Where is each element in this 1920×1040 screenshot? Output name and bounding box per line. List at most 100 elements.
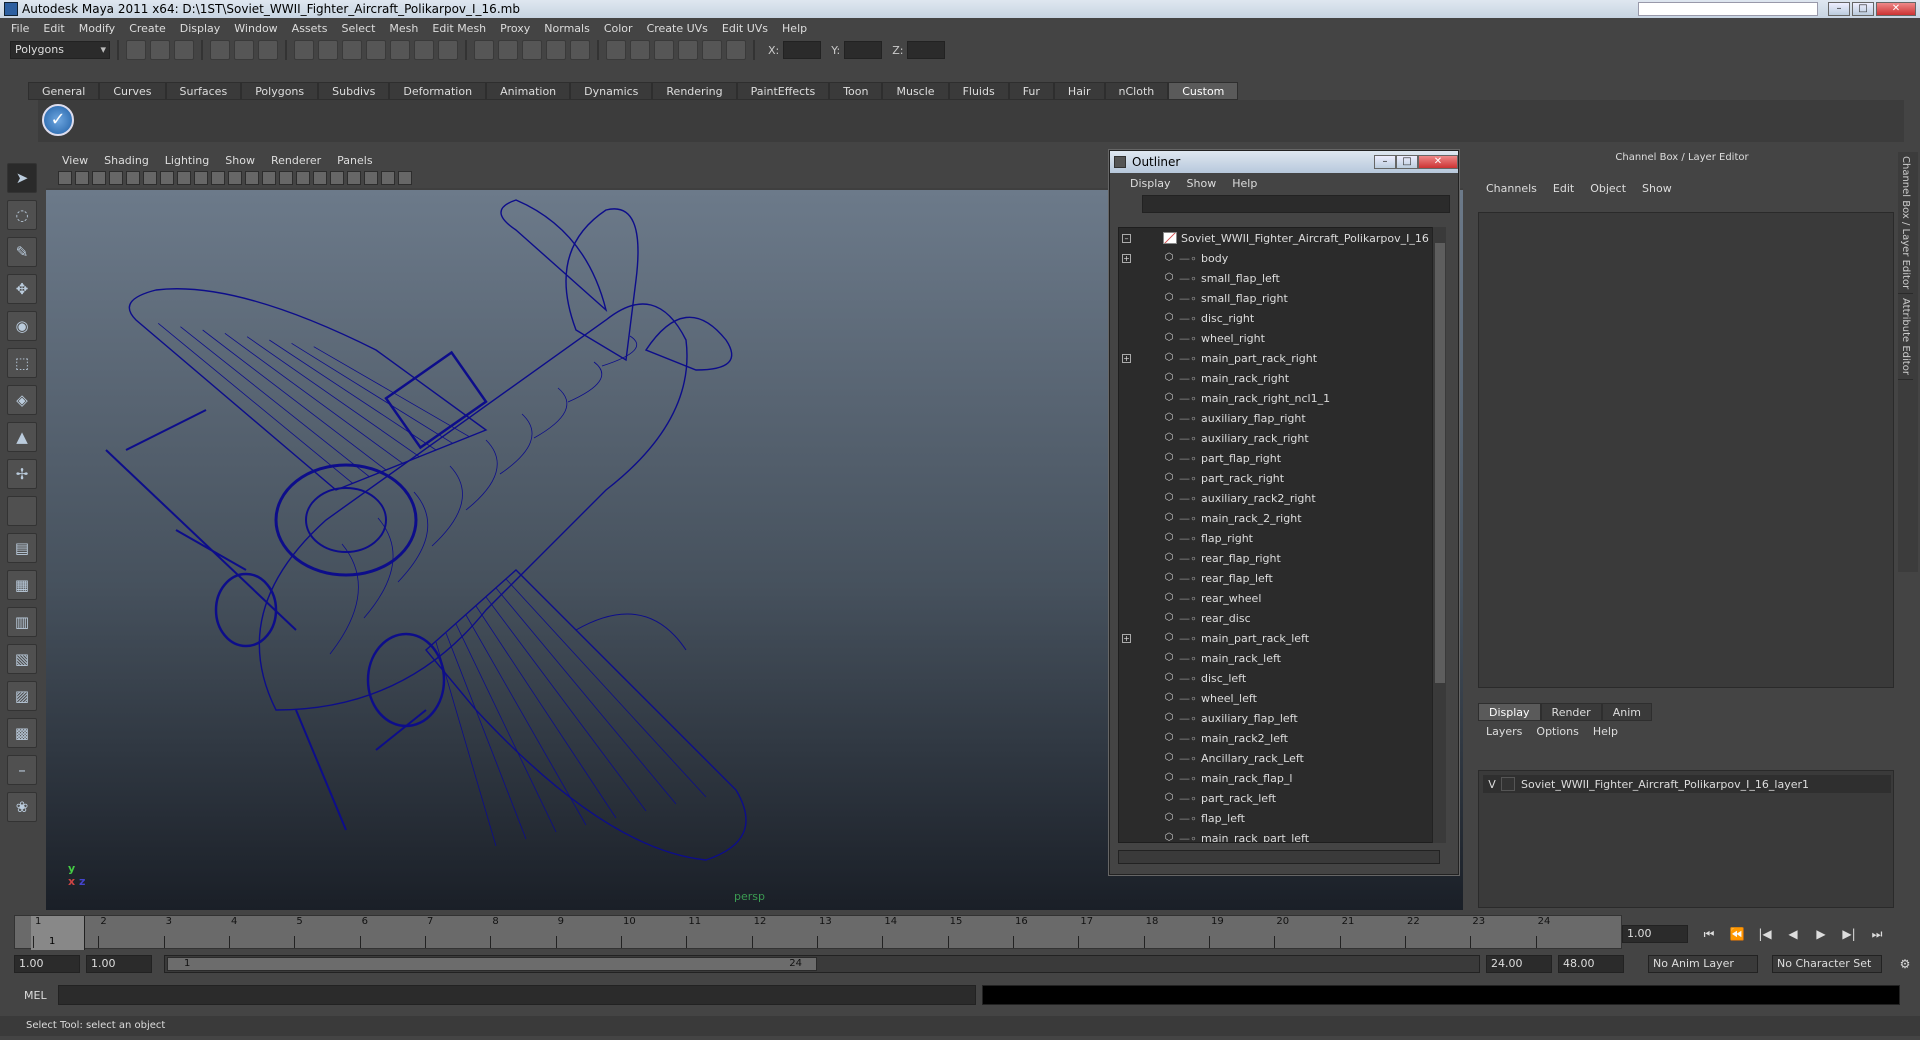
outliner-item[interactable]: ⬡ —∘ main_rack_right bbox=[1119, 368, 1439, 388]
cb-menu-channels[interactable]: Channels bbox=[1478, 182, 1545, 195]
command-input[interactable] bbox=[58, 985, 976, 1005]
menu-edit-mesh[interactable]: Edit Mesh bbox=[425, 22, 493, 35]
selection-icon[interactable] bbox=[630, 40, 650, 60]
ssao-icon[interactable] bbox=[279, 171, 293, 185]
outliner-item[interactable]: ⬡ —∘ auxiliary_flap_right bbox=[1119, 408, 1439, 428]
minimize-button[interactable]: – bbox=[1828, 2, 1850, 16]
select-cam-icon[interactable] bbox=[364, 171, 378, 185]
film-gate-icon[interactable] bbox=[109, 171, 123, 185]
snap-curve-icon[interactable] bbox=[318, 40, 338, 60]
side-tab-channel-box[interactable]: Channel Box / Layer Editor bbox=[1898, 152, 1913, 295]
soft-mod-icon[interactable]: ▲ bbox=[7, 422, 37, 452]
play-backward-icon[interactable]: ◀ bbox=[1782, 925, 1804, 943]
outliner-item[interactable]: ⬡ —∘ auxiliary_rack_right bbox=[1119, 428, 1439, 448]
last-tool-icon[interactable] bbox=[7, 496, 37, 526]
step-back-key-icon[interactable]: ⏪ bbox=[1726, 925, 1748, 943]
scroll-thumb[interactable] bbox=[1435, 243, 1445, 683]
image-plane-icon[interactable] bbox=[92, 171, 106, 185]
outliner-item[interactable]: ⬡ —∘ disc_left bbox=[1119, 668, 1439, 688]
snap-grid-icon[interactable] bbox=[294, 40, 314, 60]
select-tool-icon[interactable]: ➤ bbox=[7, 163, 37, 193]
camera-attr-icon[interactable] bbox=[58, 171, 72, 185]
expand-icon[interactable]: + bbox=[1122, 353, 1131, 363]
vp-menu-renderer[interactable]: Renderer bbox=[263, 154, 329, 167]
side-tab-attribute-editor[interactable]: Attribute Editor bbox=[1898, 294, 1913, 381]
show-manipulator-icon[interactable]: ✢ bbox=[7, 459, 37, 489]
select-object-icon[interactable] bbox=[234, 40, 254, 60]
ipr-render-icon[interactable] bbox=[522, 40, 542, 60]
range-handle[interactable]: 1 24 bbox=[167, 957, 817, 971]
layer-menu-help[interactable]: Help bbox=[1587, 725, 1626, 743]
character-set-dropdown[interactable]: No Character Set bbox=[1772, 955, 1882, 973]
outliner-list[interactable]: – Soviet_WWII_Fighter_Aircraft_Polikarpo… bbox=[1118, 227, 1440, 843]
paint-select-icon[interactable]: ✎ bbox=[7, 237, 37, 267]
shadows-icon[interactable] bbox=[228, 171, 242, 185]
layout-more-icon[interactable]: – bbox=[7, 755, 37, 785]
outliner-item[interactable]: ⬡ —∘ rear_wheel bbox=[1119, 588, 1439, 608]
paint-fx-icon[interactable]: ❀ bbox=[7, 792, 37, 822]
outliner-item[interactable]: ⬡ —∘ flap_right bbox=[1119, 528, 1439, 548]
title-search-field[interactable] bbox=[1638, 2, 1818, 16]
outliner-minimize-button[interactable]: – bbox=[1374, 155, 1396, 169]
shelf-tab-general[interactable]: General bbox=[28, 82, 100, 100]
single-view-layout-icon[interactable]: ▤ bbox=[7, 533, 37, 563]
end-time-field[interactable]: 48.00 bbox=[1558, 955, 1624, 973]
outliner-item[interactable]: ⬡ —∘ part_rack_left bbox=[1119, 788, 1439, 808]
outliner-item[interactable]: + ⬡ —∘ main_part_rack_right bbox=[1119, 348, 1439, 368]
cb-menu-edit[interactable]: Edit bbox=[1545, 182, 1582, 195]
menu-assets[interactable]: Assets bbox=[285, 22, 335, 35]
cb-menu-show[interactable]: Show bbox=[1634, 182, 1680, 195]
script-icon[interactable] bbox=[726, 40, 746, 60]
menu-window[interactable]: Window bbox=[227, 22, 284, 35]
four-view-layout-icon[interactable]: ▦ bbox=[7, 570, 37, 600]
menu-proxy[interactable]: Proxy bbox=[493, 22, 537, 35]
menu-display[interactable]: Display bbox=[173, 22, 228, 35]
time-slider[interactable]: 1 1 2 3 4 5 6 7 8 9 10 11 12 13 14 15 16 17 18 19 20 21 22 23 2… bbox=[14, 915, 1622, 950]
outliner-item[interactable]: ⬡ —∘ main_rack_flap_l bbox=[1119, 768, 1439, 788]
outliner-menu-show[interactable]: Show bbox=[1179, 177, 1225, 190]
collapse-icon[interactable]: – bbox=[1122, 233, 1131, 243]
shelf-tab-hair[interactable]: Hair bbox=[1053, 82, 1105, 100]
menu-create-uvs[interactable]: Create UVs bbox=[640, 22, 715, 35]
scale-tool-icon[interactable]: ⬚ bbox=[7, 348, 37, 378]
menu-set-select[interactable]: Polygons bbox=[10, 41, 110, 59]
smooth-shade-icon[interactable] bbox=[177, 171, 191, 185]
dope-layout-icon[interactable]: ▩ bbox=[7, 718, 37, 748]
shelf-tab-ncloth[interactable]: nCloth bbox=[1104, 82, 1169, 100]
wireframe-icon[interactable] bbox=[160, 171, 174, 185]
render-settings-icon[interactable] bbox=[546, 40, 566, 60]
antialias-icon[interactable] bbox=[296, 171, 310, 185]
graph-icon[interactable] bbox=[678, 40, 698, 60]
shelf-tab-toon[interactable]: Toon bbox=[829, 82, 883, 100]
outliner-filter-input[interactable] bbox=[1142, 195, 1450, 213]
camera-icon[interactable] bbox=[654, 40, 674, 60]
vp-menu-panels[interactable]: Panels bbox=[329, 154, 380, 167]
outliner-item[interactable]: ⬡ —∘ main_rack_part_left bbox=[1119, 828, 1439, 843]
light-bulb-icon[interactable] bbox=[313, 171, 327, 185]
mel-label[interactable]: MEL bbox=[24, 989, 47, 1002]
z-field[interactable] bbox=[907, 41, 946, 59]
vp-menu-shading[interactable]: Shading bbox=[96, 154, 157, 167]
outliner-horizontal-scrollbar[interactable] bbox=[1118, 850, 1440, 864]
layer-row[interactable]: V Soviet_WWII_Fighter_Aircraft_Polikarpo… bbox=[1483, 775, 1891, 793]
step-back-frame-icon[interactable]: |◀ bbox=[1754, 925, 1776, 943]
outliner-item[interactable]: ⬡ —∘ main_rack_right_ncl1_1 bbox=[1119, 388, 1439, 408]
frame-selected-icon[interactable] bbox=[398, 171, 412, 185]
render-view-icon[interactable] bbox=[474, 40, 494, 60]
layer-tab-display[interactable]: Display bbox=[1478, 703, 1541, 721]
shelf-tab-subdivs[interactable]: Subdivs bbox=[318, 82, 390, 100]
outliner-vertical-scrollbar[interactable] bbox=[1432, 227, 1446, 843]
outliner-item[interactable]: ⬡ —∘ disc_right bbox=[1119, 308, 1439, 328]
outliner-maximize-button[interactable]: □ bbox=[1396, 155, 1418, 169]
go-to-start-icon[interactable]: ⏮ bbox=[1698, 925, 1720, 943]
new-scene-icon[interactable] bbox=[126, 40, 146, 60]
layer-visibility-toggle[interactable]: V bbox=[1483, 778, 1501, 791]
shelf-tab-curves[interactable]: Curves bbox=[99, 82, 166, 100]
bookmark-icon[interactable] bbox=[75, 171, 89, 185]
outliner-item[interactable]: ⬡ —∘ rear_flap_left bbox=[1119, 568, 1439, 588]
start-time-field[interactable]: 1.00 bbox=[14, 955, 80, 973]
shelf-tab-fluids[interactable]: Fluids bbox=[948, 82, 1009, 100]
outliner-item[interactable]: ⬡ —∘ auxiliary_flap_left bbox=[1119, 708, 1439, 728]
preferences-icon[interactable]: ⚙ bbox=[1894, 955, 1916, 973]
snap-surface-icon[interactable] bbox=[390, 40, 410, 60]
